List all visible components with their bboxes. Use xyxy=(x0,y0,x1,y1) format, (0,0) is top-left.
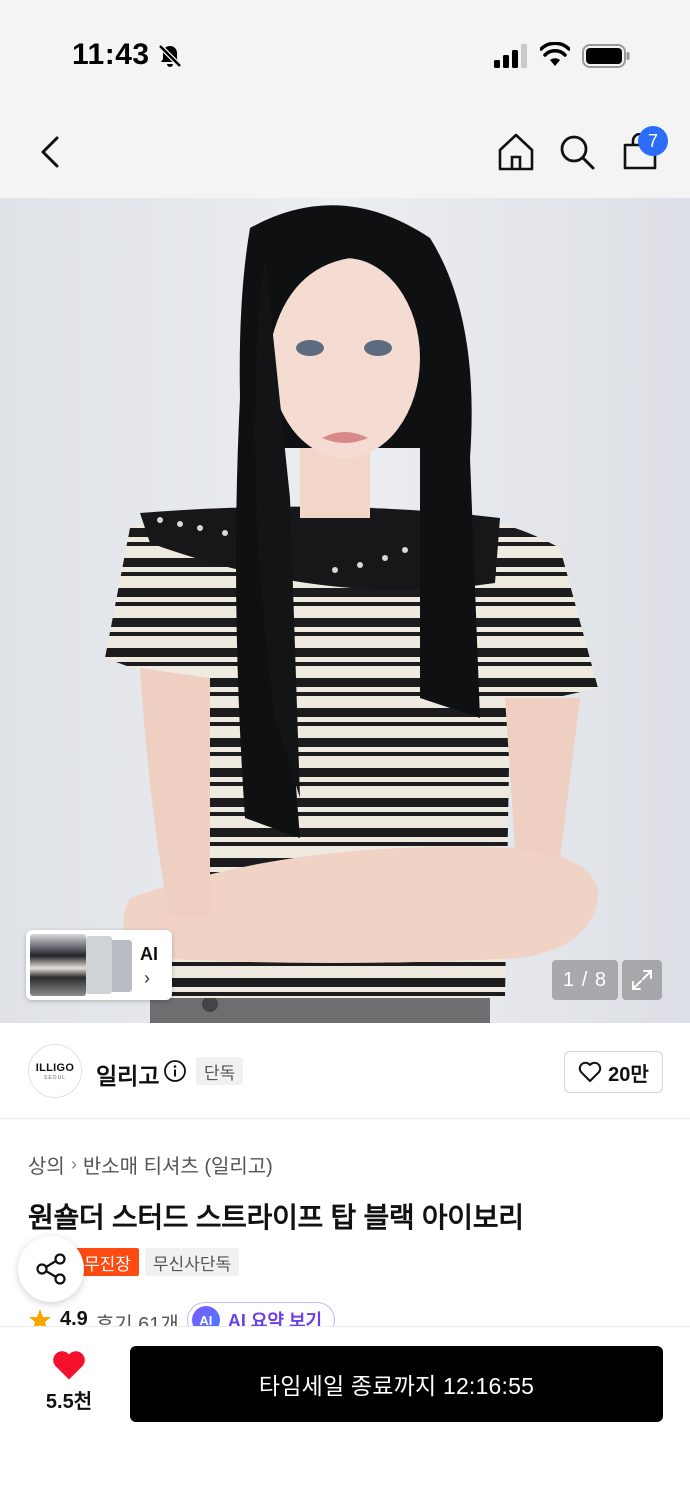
brand-logo-text: ILLIGO xyxy=(35,1061,75,1074)
brand-logo[interactable]: ILLIGO SEOUL xyxy=(28,1044,82,1098)
battery-icon xyxy=(582,44,630,68)
status-time: 11:43 xyxy=(72,38,150,71)
ai-summary-icon: AI xyxy=(191,1306,220,1326)
search-button[interactable] xyxy=(555,128,599,176)
back-icon xyxy=(41,136,59,168)
brand-like-count: 20만 xyxy=(608,1063,649,1086)
rating-row: 4.9 후기 61개 AI AI 요약 보기 xyxy=(28,1302,336,1326)
expand-icon xyxy=(632,970,652,990)
wifi-icon xyxy=(540,42,570,66)
share-icon xyxy=(36,1253,66,1285)
chevron-right-icon: › xyxy=(70,1154,77,1174)
brand-name[interactable]: 일리고 xyxy=(96,1057,159,1091)
cart-count-badge: 7 xyxy=(638,126,668,156)
product-image-gallery[interactable]: AI › 1 / 8 xyxy=(0,198,690,1023)
bottom-action-bar: 5.5천 타임세일 종료까지 12:16:55 xyxy=(0,1326,690,1500)
product-photo xyxy=(0,198,690,1023)
image-page-counter: 1 / 8 xyxy=(552,960,618,1000)
product-title: 원숄더 스터드 스트라이프 탑 블랙 아이보리 xyxy=(28,1202,524,1233)
back-button[interactable] xyxy=(28,128,72,176)
wishlist-count: 5.5천 xyxy=(45,1391,93,1413)
info-icon[interactable] xyxy=(163,1059,187,1083)
ai-summary-label: AI 요약 보기 xyxy=(227,1311,323,1326)
status-bar: 11:43 xyxy=(0,0,690,104)
cart-button[interactable]: 7 xyxy=(616,126,668,176)
brand-row: ILLIGO SEOUL 일리고 단독 20만 xyxy=(0,1023,690,1119)
home-icon xyxy=(498,133,534,171)
breadcrumb-item[interactable]: 반소매 티셔츠 (일리고) xyxy=(83,1150,273,1179)
share-button[interactable] xyxy=(18,1236,84,1302)
chevron-right-icon: › xyxy=(144,968,150,988)
search-icon xyxy=(560,135,595,170)
thumbnail-image xyxy=(86,936,112,994)
bell-off-icon xyxy=(158,44,182,68)
expand-button[interactable] xyxy=(622,960,662,1000)
exclusive-tag: 단독 xyxy=(196,1057,244,1085)
breadcrumb-item[interactable]: 상의 xyxy=(28,1150,65,1179)
star-icon xyxy=(29,1309,51,1326)
heart-outline-icon xyxy=(578,1061,602,1082)
breadcrumb: 상의 › 반소매 티셔츠 (일리고) xyxy=(28,1150,273,1179)
time-sale-cta-button[interactable]: 타임세일 종료까지 12:16:55 xyxy=(130,1346,663,1422)
heart-filled-icon xyxy=(53,1351,85,1380)
ai-label: AI xyxy=(140,944,158,964)
home-button[interactable] xyxy=(494,128,538,176)
badge-exclusive: 무신사단독 xyxy=(144,1248,240,1276)
thumbnail-image xyxy=(30,934,86,996)
rating-value: 4.9 xyxy=(60,1308,88,1326)
top-nav-bar: 7 xyxy=(0,104,690,198)
review-count-link[interactable]: 후기 61개 xyxy=(96,1308,179,1326)
ai-summary-button[interactable]: AI AI 요약 보기 xyxy=(186,1302,336,1326)
ai-lookbook-thumbnails[interactable]: AI › xyxy=(26,930,172,1000)
signal-icon xyxy=(494,44,527,68)
brand-like-button[interactable]: 20만 xyxy=(564,1051,663,1093)
brand-logo-subtext: SEOUL xyxy=(44,1074,66,1081)
wishlist-button[interactable]: 5.5천 xyxy=(30,1349,108,1419)
